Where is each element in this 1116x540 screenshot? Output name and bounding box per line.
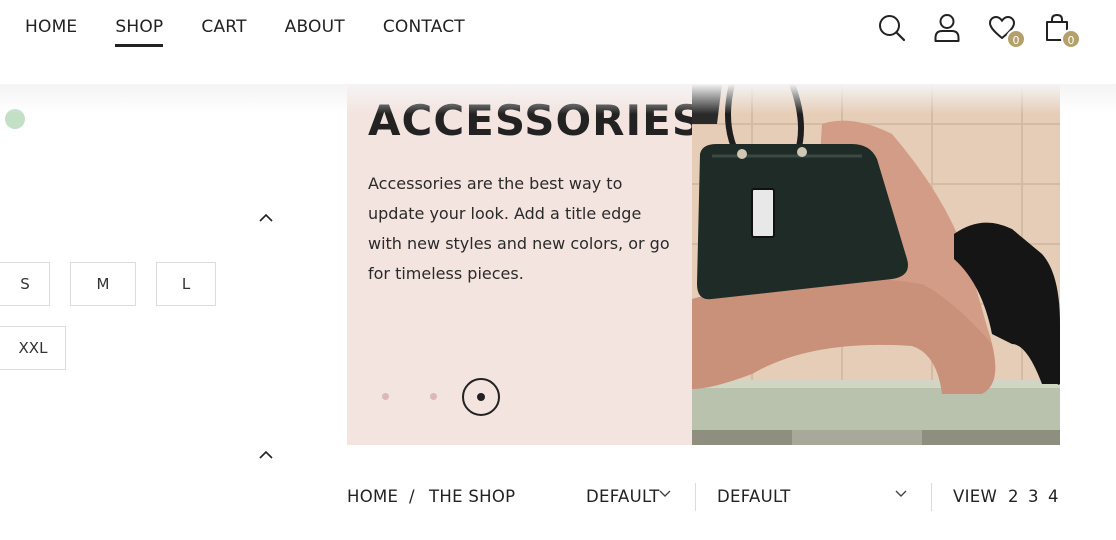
nav-home[interactable]: HOME — [25, 16, 77, 38]
toolbar-divider — [695, 483, 696, 511]
woman-with-black-handbag-photo — [692, 84, 1060, 445]
view-3-columns[interactable]: 3 — [1028, 486, 1039, 508]
view-label: VIEW — [953, 487, 998, 506]
nav-shop[interactable]: SHOP — [115, 16, 164, 47]
main-nav: HOME SHOP CART ABOUT CONTACT — [25, 16, 503, 47]
breadcrumb-home[interactable]: HOME — [347, 486, 398, 508]
wishlist-button[interactable]: 0 — [984, 10, 1026, 49]
category-banner: ACCESSORIES Accessories are the best way… — [347, 84, 1060, 445]
nav-contact[interactable]: CONTACT — [383, 16, 465, 38]
breadcrumb-separator: / — [409, 487, 415, 506]
site-header: HOME SHOP CART ABOUT CONTACT 0 0 — [0, 0, 1116, 84]
slider-dot-2[interactable] — [430, 393, 437, 400]
size-option-xxl[interactable]: XXL — [0, 326, 66, 370]
view-2-columns[interactable]: 2 — [1008, 486, 1019, 508]
chevron-down-icon — [659, 490, 671, 497]
nav-about[interactable]: ABOUT — [285, 16, 345, 38]
size-label: S — [20, 275, 30, 293]
size-label: XXL — [18, 339, 48, 357]
search-icon — [879, 15, 906, 42]
banner-description: Accessories are the best way to update y… — [368, 174, 670, 283]
toolbar-divider — [931, 483, 932, 511]
sort-select-2[interactable]: DEFAULT — [717, 486, 791, 508]
wishlist-count-badge: 0 — [1006, 29, 1026, 49]
header-shadow — [0, 84, 1116, 114]
chevron-up-icon[interactable] — [256, 209, 276, 225]
cart-count-badge: 0 — [1061, 29, 1081, 49]
size-option-m[interactable]: M — [70, 262, 136, 306]
sort-select-1[interactable]: DEFAULT — [586, 486, 660, 508]
size-label: L — [181, 275, 191, 293]
chevron-down-icon[interactable] — [894, 489, 908, 499]
chevron-up-icon[interactable] — [256, 446, 276, 462]
slider-dot-3-active[interactable] — [462, 378, 500, 416]
size-option-s[interactable]: S — [0, 262, 50, 306]
size-label: M — [96, 275, 110, 293]
size-option-l[interactable]: L — [156, 262, 216, 306]
search-button[interactable] — [874, 10, 910, 46]
breadcrumb-current: THE SHOP — [429, 487, 516, 506]
account-button[interactable] — [929, 10, 965, 46]
slider-dot-1[interactable] — [382, 393, 389, 400]
nav-cart[interactable]: CART — [201, 16, 246, 38]
user-icon — [934, 14, 960, 42]
view-4-columns[interactable]: 4 — [1048, 486, 1059, 508]
header-icons: 0 0 — [874, 10, 1081, 49]
cart-button[interactable]: 0 — [1039, 10, 1081, 49]
